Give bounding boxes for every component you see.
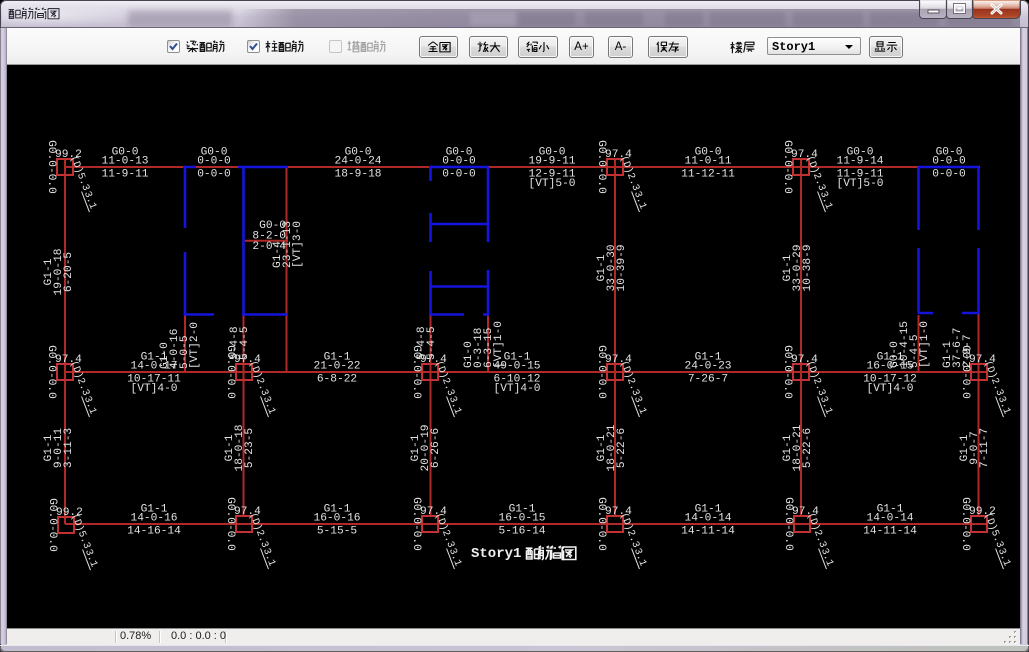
- svg-text:6-8-22: 6-8-22: [317, 374, 357, 386]
- svg-text:3.1: 3.1: [631, 190, 648, 211]
- svg-text:(D)2.3: (D)2.3: [981, 359, 1005, 398]
- svg-text:24-0-23: 24-0-23: [685, 361, 732, 373]
- svg-text:3.1: 3.1: [995, 395, 1012, 416]
- svg-text:14-11-14: 14-11-14: [681, 526, 735, 538]
- svg-text:3.1: 3.1: [81, 395, 98, 416]
- svg-text:14-16-14: 14-16-14: [127, 526, 181, 538]
- svg-text:[VT]1-0: [VT]1-0: [919, 321, 931, 368]
- svg-text:3.1: 3.1: [818, 547, 835, 568]
- svg-text:5-23-5: 5-23-5: [244, 428, 256, 468]
- svg-text:10-38-9: 10-38-9: [802, 245, 814, 292]
- svg-text:(D)2.3: (D)2.3: [67, 359, 91, 398]
- svg-text:[VT]5-0: [VT]5-0: [529, 178, 576, 190]
- svg-text:3.1: 3.1: [995, 547, 1012, 568]
- svg-text:14-0-14: 14-0-14: [867, 513, 914, 525]
- svg-text:21-0-22: 21-0-22: [314, 361, 361, 373]
- svg-text:16-0-16: 16-0-16: [314, 513, 361, 525]
- svg-text:18-9-18: 18-9-18: [335, 169, 382, 181]
- svg-text:11-12-11: 11-12-11: [681, 169, 735, 181]
- svg-text:24-0-24: 24-0-24: [335, 156, 382, 168]
- svg-text:(D)2.3: (D)2.3: [617, 359, 641, 398]
- svg-text:(D)2.3: (D)2.3: [246, 359, 270, 398]
- svg-text:6-26-6: 6-26-6: [430, 428, 442, 468]
- svg-text:(D)5.3: (D)5.3: [68, 512, 92, 551]
- svg-text:[VT]4-0: [VT]4-0: [131, 383, 178, 395]
- svg-text:0-0-0: 0-0-0: [442, 156, 476, 168]
- svg-text:5-22-6: 5-22-6: [616, 428, 628, 468]
- svg-text:[VT]3-0: [VT]3-0: [292, 221, 304, 268]
- svg-text:0-0-0: 0-0-0: [197, 169, 231, 181]
- svg-text:5-16-14: 5-16-14: [499, 526, 546, 538]
- svg-text:11-9-11: 11-9-11: [102, 169, 149, 181]
- svg-text:14-0-16: 14-0-16: [131, 513, 178, 525]
- svg-text:(D)2.3: (D)2.3: [804, 511, 828, 550]
- svg-text:14-0-14: 14-0-14: [685, 513, 732, 525]
- svg-text:19-9-11: 19-9-11: [529, 156, 576, 168]
- svg-text:3.1: 3.1: [817, 190, 834, 211]
- svg-text:5-22-6: 5-22-6: [802, 428, 814, 468]
- svg-text:(D)2.3: (D)2.3: [432, 359, 456, 398]
- svg-text:(D)2.3: (D)2.3: [432, 511, 456, 550]
- svg-text:(D)2.3: (D)2.3: [803, 359, 827, 398]
- svg-text:(D)5.3: (D)5.3: [67, 154, 91, 193]
- svg-text:3.1: 3.1: [446, 395, 463, 416]
- svg-text:[VT]2-0: [VT]2-0: [189, 322, 201, 369]
- svg-text:0-0-0: 0-0-0: [442, 169, 476, 181]
- svg-text:7-26-7: 7-26-7: [688, 374, 728, 386]
- svg-text:6-20-5: 6-20-5: [63, 252, 75, 292]
- svg-text:16-0-15: 16-0-15: [499, 513, 546, 525]
- svg-text:3.1: 3.1: [446, 547, 463, 568]
- svg-text:3-11-3: 3-11-3: [63, 428, 75, 468]
- svg-text:3.1: 3.1: [82, 548, 99, 569]
- svg-text:7-11-7: 7-11-7: [979, 428, 991, 468]
- svg-text:11-9-14: 11-9-14: [837, 156, 884, 168]
- svg-text:11-0-11: 11-0-11: [685, 156, 732, 168]
- svg-text:0-0-0: 0-0-0: [932, 156, 966, 168]
- svg-text:3.1: 3.1: [631, 395, 648, 416]
- svg-text:[VT]5-0: [VT]5-0: [837, 178, 884, 190]
- svg-text:(D)2.3: (D)2.3: [617, 511, 641, 550]
- svg-text:3.1: 3.1: [817, 395, 834, 416]
- svg-text:10-39-9: 10-39-9: [616, 245, 628, 292]
- svg-text:0-0-0: 0-0-0: [197, 156, 231, 168]
- svg-text:Story1: Story1: [471, 546, 521, 562]
- svg-text:(D)2.3: (D)2.3: [617, 154, 641, 193]
- svg-text:3.1: 3.1: [260, 547, 277, 568]
- svg-text:[VT]1-0: [VT]1-0: [493, 321, 505, 368]
- svg-text:11-0-13: 11-0-13: [102, 156, 149, 168]
- svg-text:[VT]4-0: [VT]4-0: [494, 383, 541, 395]
- svg-text:5-15-5: 5-15-5: [317, 526, 357, 538]
- svg-text:14-11-14: 14-11-14: [863, 526, 917, 538]
- svg-text:3.1: 3.1: [260, 395, 277, 416]
- svg-text:(D)2.3: (D)2.3: [246, 511, 270, 550]
- svg-text:(D)2.3: (D)2.3: [803, 154, 827, 193]
- svg-text:[VT]4-0: [VT]4-0: [867, 383, 914, 395]
- svg-text:3.1: 3.1: [81, 190, 98, 211]
- svg-text:0-0-0: 0-0-0: [932, 169, 966, 181]
- svg-text:3.1: 3.1: [631, 547, 648, 568]
- svg-text:(D)5.3: (D)5.3: [981, 511, 1005, 550]
